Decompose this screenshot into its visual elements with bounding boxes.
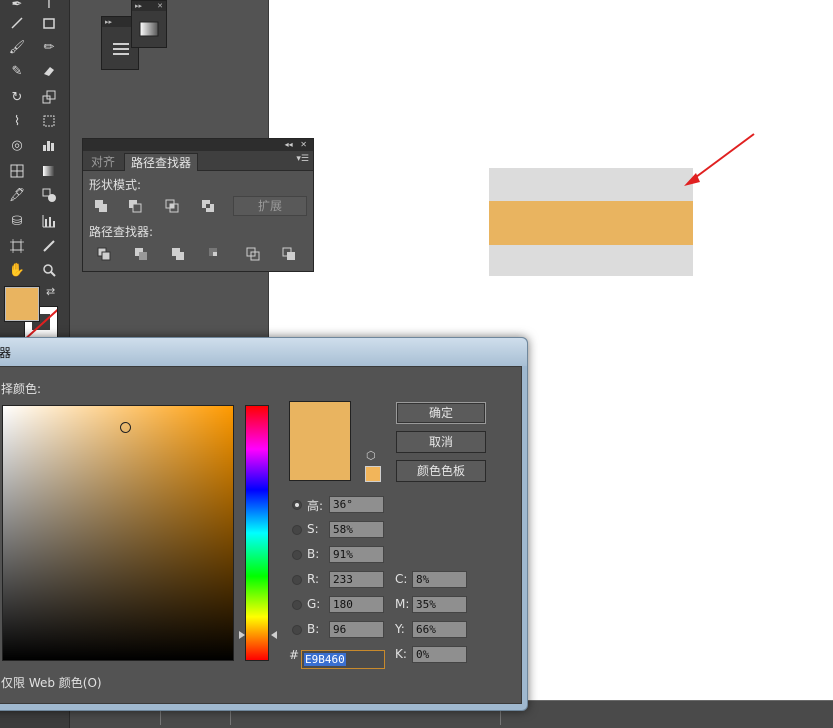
hex-value: E9B460 [304, 653, 346, 666]
magenta-label: M: [395, 597, 410, 611]
pencil-tool-icon[interactable]: ✏ [38, 37, 60, 57]
minus-back-icon[interactable] [279, 245, 299, 263]
web-safe-cube-icon[interactable]: ⬡ [366, 449, 376, 462]
expand-button[interactable]: 扩展 [233, 196, 307, 216]
swap-fill-stroke-icon[interactable]: ⇄ [46, 285, 55, 298]
gradient-tool-icon[interactable] [38, 161, 60, 181]
color-cursor[interactable] [120, 422, 131, 433]
black-label: K: [395, 647, 407, 661]
saturation-brightness-field[interactable] [2, 405, 234, 661]
pathfinder-panel: ◂◂ ✕ 对齐 路径查找器 ▾☰ 形状模式: 扩展 路径查找器: [82, 138, 314, 272]
yellow-label: Y: [395, 622, 405, 636]
close-icon[interactable]: ✕ [300, 140, 307, 149]
green-field[interactable]: 180 [329, 596, 384, 613]
red-radio[interactable] [292, 575, 302, 585]
color-swatches-button[interactable]: 颜色色板 [396, 460, 486, 482]
paintbrush-tool-icon[interactable]: 🖌 [6, 37, 28, 57]
line-tool-icon[interactable] [6, 13, 28, 33]
blue-radio[interactable] [292, 625, 302, 635]
cancel-button[interactable]: 取消 [396, 431, 486, 453]
warp-tool-icon[interactable]: ⌇ [6, 111, 28, 131]
minus-front-icon[interactable] [125, 197, 145, 215]
brightness-label: B: [307, 547, 320, 561]
artboard-tool-icon[interactable] [6, 236, 28, 256]
black-field[interactable]: 0% [412, 646, 467, 663]
blend-tool-icon[interactable] [38, 185, 60, 205]
yellow-field[interactable]: 66% [412, 621, 467, 638]
panel-close-icon[interactable]: ▸▸ ✕ [132, 1, 166, 11]
blue-label: B: [307, 622, 320, 636]
scale-tool-icon[interactable] [38, 87, 60, 107]
fill-swatch[interactable] [5, 287, 39, 321]
hex-input[interactable]: E9B460 [301, 650, 385, 669]
pathfinders-label: 路径查找器: [89, 225, 154, 239]
web-only-label[interactable]: 仅限 Web 颜色(O) [1, 674, 102, 691]
hand-tool-icon[interactable]: ✋ [6, 260, 28, 280]
blue-field[interactable]: 96 [329, 621, 384, 638]
gradient-panel-icon [139, 21, 159, 37]
symbol-sprayer-tool-icon[interactable]: ⛁ [6, 211, 28, 231]
artwork-orange-bar[interactable] [489, 201, 693, 245]
color-picker-dialog: 器 择颜色: ⬡ 确定 取消 颜色色板 高: 36° S: 58% B: 91%… [0, 337, 528, 711]
blob-brush-tool-icon[interactable]: ✎ [6, 61, 28, 81]
annotation-arrow-icon [684, 133, 755, 186]
dialog-titlebar[interactable]: 器 [0, 338, 527, 366]
saturation-radio[interactable] [292, 525, 302, 535]
red-field[interactable]: 233 [329, 571, 384, 588]
unite-icon[interactable] [91, 197, 111, 215]
hue-slider-left-arrow[interactable] [239, 631, 245, 639]
tab-pathfinder[interactable]: 路径查找器 [124, 153, 199, 171]
cyan-label: C: [395, 572, 408, 586]
saturation-label: S: [307, 522, 319, 536]
saturation-field[interactable]: 58% [329, 521, 384, 538]
graph-tool-icon[interactable] [38, 135, 60, 155]
eyedropper-tool-icon[interactable]: 🖋 [6, 185, 28, 205]
panel-titlebar[interactable]: ◂◂ ✕ [83, 139, 313, 151]
intersect-icon[interactable] [162, 197, 182, 215]
dialog-body: 择颜色: ⬡ 确定 取消 颜色色板 高: 36° S: 58% B: 91% R… [0, 366, 522, 704]
outline-icon[interactable] [243, 245, 263, 263]
free-transform-tool-icon[interactable] [38, 111, 60, 131]
menu-lines-icon [113, 43, 129, 55]
shape-modes-label: 形状模式: [89, 178, 142, 192]
hue-slider[interactable] [245, 405, 269, 661]
hue-label: 高: [307, 499, 324, 513]
shape-builder-tool-icon[interactable]: ◎ [6, 135, 28, 155]
cyan-field[interactable]: 8% [412, 571, 467, 588]
divide-icon[interactable] [94, 245, 114, 263]
type-tool-icon[interactable]: T [38, 0, 60, 14]
select-color-label: 择颜色: [1, 382, 42, 396]
crop-icon[interactable] [205, 245, 225, 263]
ok-button[interactable]: 确定 [396, 402, 486, 424]
panel-menu-icon[interactable]: ▾☰ [296, 154, 309, 164]
slice-tool-icon[interactable] [38, 236, 60, 256]
rotate-tool-icon[interactable]: ↻ [6, 87, 28, 107]
exclude-icon[interactable] [198, 197, 218, 215]
hex-label: # [289, 648, 300, 662]
mesh-tool-icon[interactable] [6, 161, 28, 181]
magenta-field[interactable]: 35% [412, 596, 467, 613]
dialog-title: 器 [0, 346, 12, 360]
web-safe-swatch[interactable] [365, 466, 381, 482]
hue-slider-right-arrow[interactable] [271, 631, 277, 639]
trim-icon[interactable] [131, 245, 151, 263]
eraser-tool-icon[interactable] [38, 61, 60, 81]
hue-field[interactable]: 36° [329, 496, 384, 513]
pen-tool-icon[interactable]: ✒ [6, 0, 28, 14]
brightness-radio[interactable] [292, 550, 302, 560]
rectangle-tool-icon[interactable] [38, 13, 60, 33]
merge-icon[interactable] [168, 245, 188, 263]
green-radio[interactable] [292, 600, 302, 610]
collapsed-panel-gradient[interactable]: ▸▸ ✕ [131, 0, 167, 48]
green-label: G: [307, 597, 321, 611]
collapse-icon[interactable]: ◂◂ [285, 140, 293, 149]
zoom-tool-icon[interactable] [38, 260, 60, 280]
column-graph-tool-icon[interactable] [38, 211, 60, 231]
red-label: R: [307, 572, 320, 586]
hue-radio[interactable] [292, 500, 302, 510]
color-preview [289, 401, 351, 481]
brightness-field[interactable]: 91% [329, 546, 384, 563]
panel-tabs: 对齐 路径查找器 ▾☰ [83, 151, 313, 171]
tab-align[interactable]: 对齐 [85, 153, 121, 171]
